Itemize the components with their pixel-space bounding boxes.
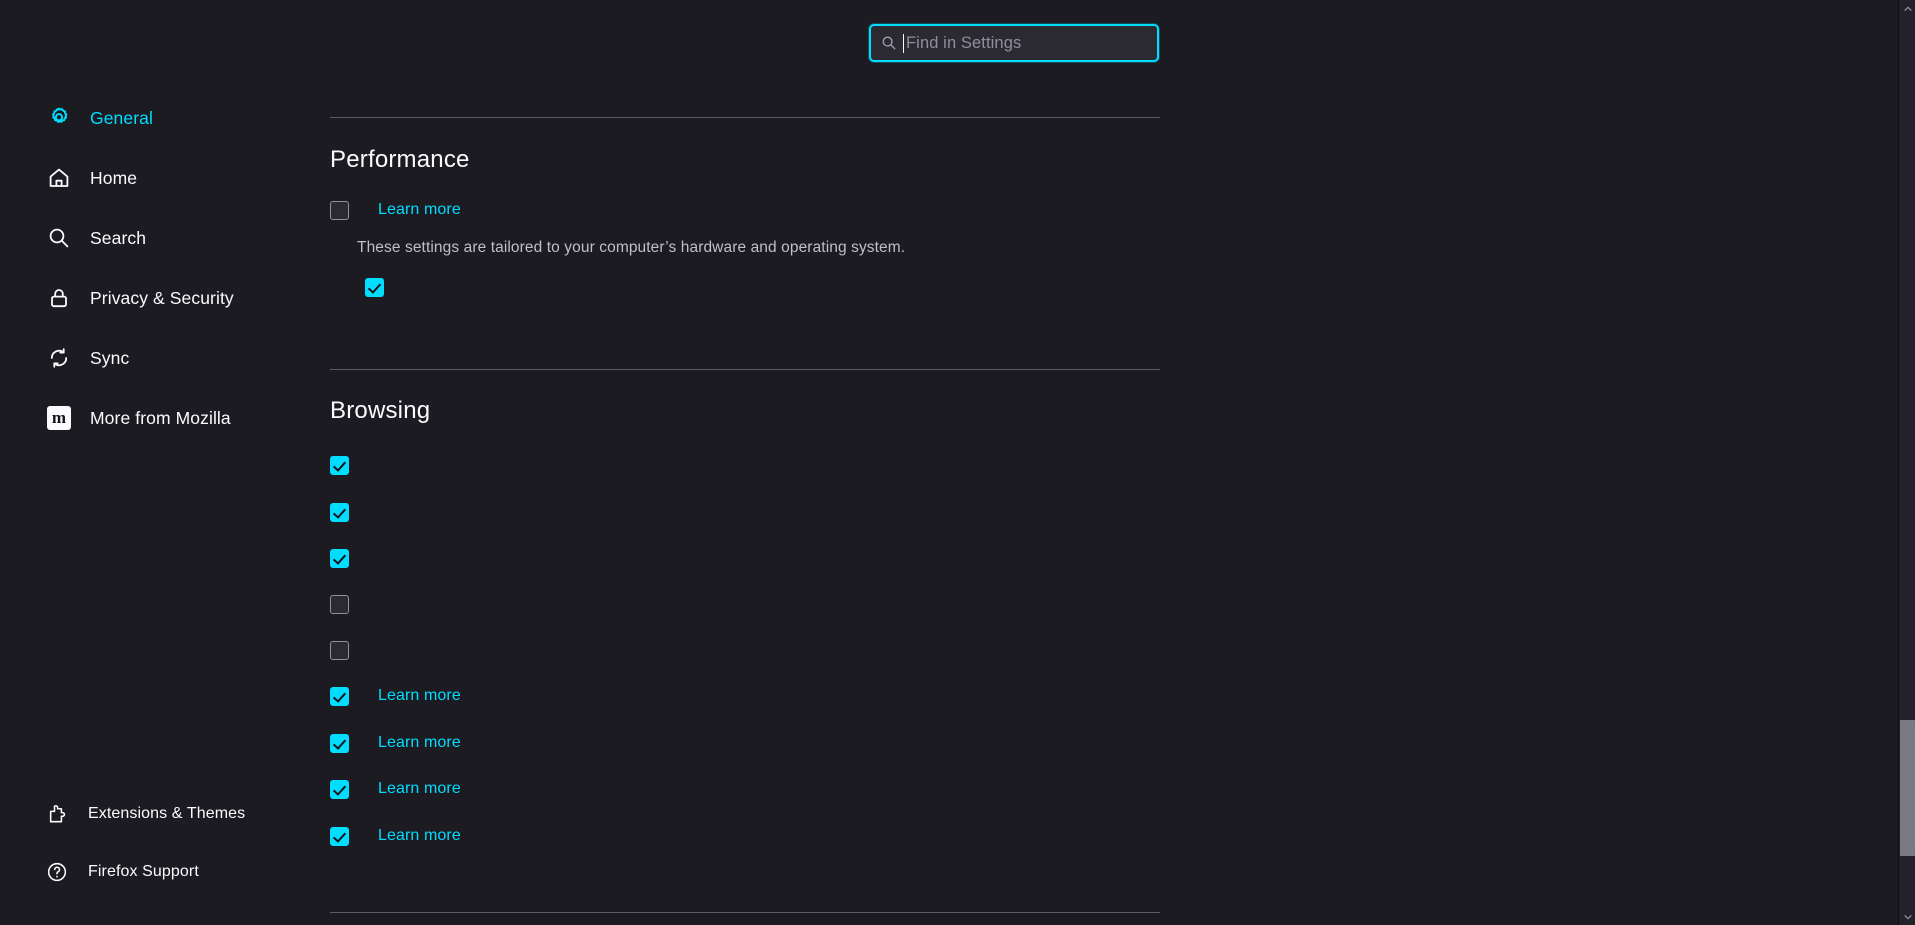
sidebar-item-label: Privacy & Security (90, 288, 234, 309)
learn-more-link-recommend-extensions[interactable]: Learn more (378, 780, 461, 798)
sidebar-item-more-from-mozilla[interactable]: m More from Mozilla (46, 398, 234, 438)
checkbox-recommend-features[interactable] (330, 827, 349, 846)
search-text-caret (903, 34, 904, 53)
checkbox-use-autoscrolling[interactable] (330, 456, 349, 475)
sidebar-item-privacy-security[interactable]: Privacy & Security (46, 278, 234, 318)
sidebar-item-extensions-themes[interactable]: Extensions & Themes (46, 798, 245, 830)
checkbox-recommend-extensions[interactable] (330, 780, 349, 799)
learn-more-link-recommend-features[interactable]: Learn more (378, 827, 461, 845)
sidebar-item-home[interactable]: Home (46, 158, 234, 198)
question-circle-icon (46, 861, 68, 883)
sidebar-footer-label: Firefox Support (88, 863, 199, 881)
scrollbar-thumb[interactable] (1900, 720, 1915, 856)
checkbox-control-media[interactable] (330, 734, 349, 753)
sidebar-item-firefox-support[interactable]: Firefox Support (46, 856, 245, 888)
puzzle-piece-icon (46, 803, 68, 825)
search-icon (46, 225, 72, 251)
setting-row-cursor-keys[interactable] (330, 591, 363, 617)
setting-row-autoscrolling[interactable] (330, 452, 363, 478)
setting-row-picture-in-picture[interactable]: Learn more (330, 683, 461, 709)
sidebar-primary-nav: General Home Search (46, 98, 234, 458)
vertical-scrollbar[interactable] (1898, 0, 1915, 925)
search-input[interactable]: Find in Settings (869, 24, 1159, 62)
sidebar-item-sync[interactable]: Sync (46, 338, 234, 378)
learn-more-link-recommended-performance[interactable]: Learn more (378, 201, 461, 219)
setting-row-search-while-typing[interactable] (330, 637, 363, 663)
checkbox-enable-picture-in-picture[interactable] (330, 687, 349, 706)
checkbox-use-smooth-scrolling[interactable] (330, 503, 349, 522)
sync-icon (46, 345, 72, 371)
section-divider-middle (330, 369, 1160, 370)
mozilla-badge-letter: m (47, 406, 71, 430)
sidebar-footer-label: Extensions & Themes (88, 805, 245, 823)
sidebar-item-label: Home (90, 168, 137, 189)
home-icon (46, 165, 72, 191)
scrollbar-down-arrow[interactable] (1899, 908, 1915, 925)
checkbox-use-recommended-performance-settings[interactable] (330, 201, 349, 220)
setting-row-control-media[interactable]: Learn more (330, 730, 461, 756)
page-title-performance: Performance (330, 146, 470, 174)
setting-row-touch-keyboard[interactable] (330, 545, 363, 571)
learn-more-link-control-media[interactable]: Learn more (378, 734, 461, 752)
search-icon (881, 35, 897, 51)
sidebar-item-label: More from Mozilla (90, 408, 231, 429)
sidebar-item-label: General (90, 108, 153, 129)
sidebar-footer-nav: Extensions & Themes Firefox Support (46, 798, 245, 914)
scrollbar-up-arrow[interactable] (1899, 0, 1915, 17)
section-divider-top (330, 117, 1160, 118)
checkbox-show-touch-keyboard[interactable] (330, 549, 349, 568)
setting-row-recommend-extensions[interactable]: Learn more (330, 776, 461, 802)
sidebar-item-search[interactable]: Search (46, 218, 234, 258)
performance-description: These settings are tailored to your comp… (357, 239, 905, 257)
settings-window: Find in Settings General (0, 0, 1915, 925)
sidebar-item-label: Sync (90, 348, 129, 369)
sidebar-item-label: Search (90, 228, 146, 249)
section-divider-bottom (330, 912, 1160, 913)
setting-row-smooth-scrolling[interactable] (330, 499, 363, 525)
setting-row-recommended-performance[interactable]: Learn more (330, 197, 461, 223)
search-placeholder: Find in Settings (906, 34, 1021, 53)
checkbox-use-hardware-acceleration[interactable] (365, 278, 384, 297)
gear-icon (46, 105, 72, 131)
search-container[interactable]: Find in Settings (869, 24, 1159, 62)
setting-row-hardware-acceleration[interactable] (365, 274, 398, 300)
sidebar-item-general[interactable]: General (46, 98, 234, 138)
learn-more-link-picture-in-picture[interactable]: Learn more (378, 687, 461, 705)
page-title-browsing: Browsing (330, 397, 430, 425)
mozilla-m-icon: m (46, 405, 72, 431)
checkbox-always-use-cursor-keys[interactable] (330, 595, 349, 614)
sidebar: General Home Search (0, 0, 320, 925)
checkbox-search-for-text-when-typing[interactable] (330, 641, 349, 660)
setting-row-recommend-features[interactable]: Learn more (330, 823, 461, 849)
lock-icon (46, 285, 72, 311)
